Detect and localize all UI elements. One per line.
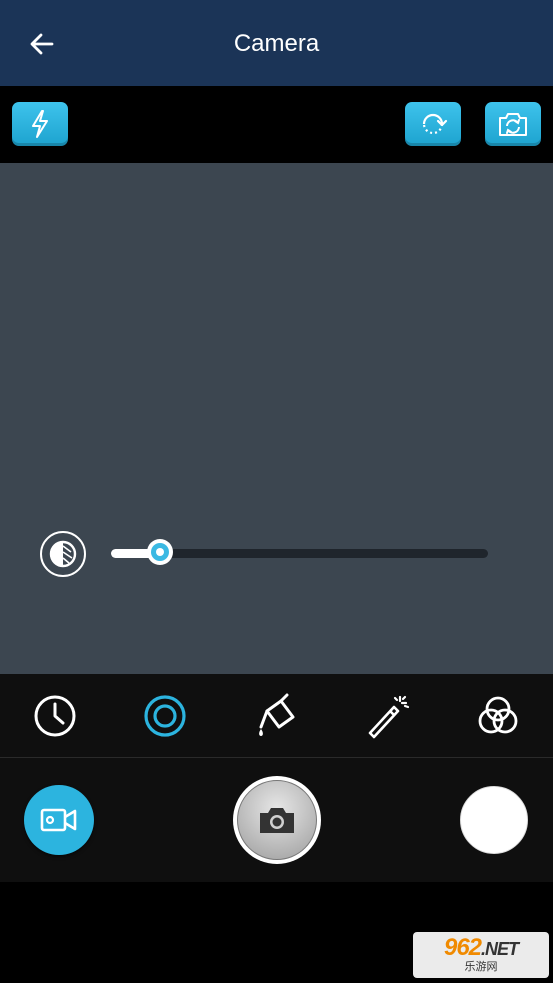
camera-icon <box>260 808 294 833</box>
paint-bucket-icon <box>259 693 295 736</box>
paint-bucket-button[interactable] <box>253 693 299 739</box>
camera-viewfinder[interactable] <box>0 163 553 674</box>
exposure-icon <box>40 531 86 577</box>
color-filter-button[interactable] <box>475 693 521 739</box>
video-mode-button[interactable] <box>24 785 94 855</box>
focus-button[interactable] <box>142 693 188 739</box>
page-title: Camera <box>233 30 320 57</box>
rotate-icon <box>422 113 448 135</box>
watermark-number: 962 <box>443 934 482 961</box>
magic-wand-button[interactable] <box>364 693 410 739</box>
magic-wand-icon <box>368 695 410 739</box>
focus-icon <box>144 695 186 737</box>
capture-bar <box>0 758 553 882</box>
watermark-subtitle: 乐游网 <box>464 961 498 973</box>
timer-button[interactable] <box>32 693 78 739</box>
exposure-slider[interactable] <box>111 539 488 565</box>
flash-icon <box>32 110 48 138</box>
watermark-net: .NET <box>481 939 519 959</box>
rotate-button[interactable] <box>405 102 461 146</box>
app-bar: Camera <box>0 0 553 86</box>
video-camera-icon <box>40 808 77 832</box>
camera-toolbar <box>0 86 553 163</box>
flash-button[interactable] <box>12 102 68 146</box>
watermark-logo: 962.NET 乐游网 <box>413 932 549 978</box>
mode-bar <box>0 674 553 757</box>
switch-camera-icon <box>499 113 527 136</box>
timer-icon <box>34 695 76 737</box>
color-filter-icon <box>478 696 518 734</box>
exposure-slider-thumb[interactable] <box>147 539 173 565</box>
switch-camera-button[interactable] <box>485 102 541 146</box>
shutter-button[interactable] <box>233 776 321 864</box>
gallery-thumbnail[interactable] <box>460 786 528 854</box>
